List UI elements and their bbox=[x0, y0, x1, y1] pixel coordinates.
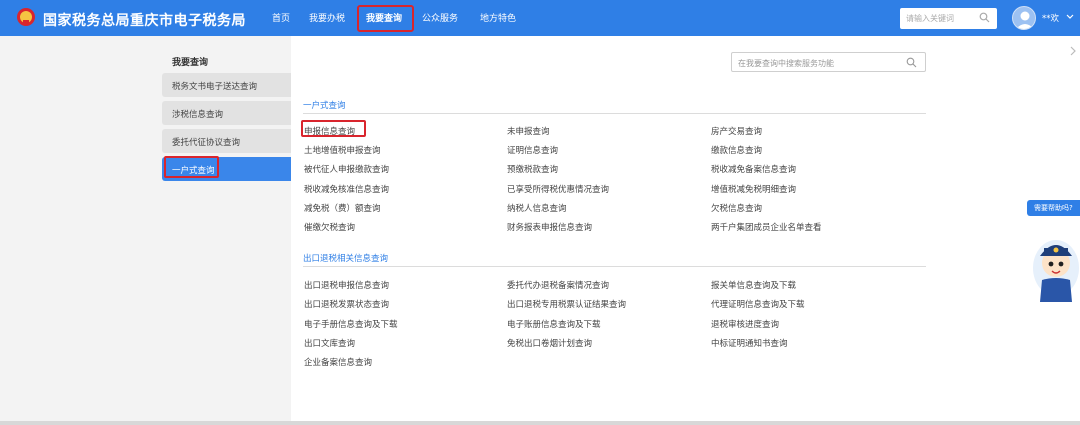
sidebar-title: 我要查询 bbox=[172, 58, 209, 68]
link-customs-declaration[interactable]: 报关单信息查询及下载 bbox=[711, 279, 796, 291]
mascot-char-dong: 动 bbox=[1016, 281, 1034, 302]
link-export-refund-declaration[interactable]: 出口退税申报信息查询 bbox=[304, 279, 389, 291]
link-taxpayer-info[interactable]: 纳税人信息查询 bbox=[507, 202, 567, 214]
link-relief-amount[interactable]: 减免税（费）额查询 bbox=[304, 202, 381, 214]
sidebar-highlight-box bbox=[164, 156, 219, 178]
link-payment-info[interactable]: 缴款信息查询 bbox=[711, 144, 762, 156]
mascot-char-zheng: 征 bbox=[1027, 227, 1045, 248]
sidebar-item-label: 委托代征协议查询 bbox=[172, 138, 241, 148]
link-refund-review-progress[interactable]: 退税审核进度查询 bbox=[711, 318, 779, 330]
link-certificate-info[interactable]: 证明信息查询 bbox=[507, 144, 558, 156]
link-highlight-box bbox=[301, 120, 366, 137]
section-divider bbox=[303, 266, 926, 267]
link-e-ledger[interactable]: 电子账册信息查询及下载 bbox=[507, 318, 601, 330]
link-refund-invoice-status[interactable]: 出口退税发票状态查询 bbox=[304, 298, 389, 310]
sidebar-item-tax-info[interactable]: 涉税信息查询 bbox=[162, 101, 291, 125]
main-search-input[interactable]: 在我要查询中搜索服务功能 bbox=[731, 52, 926, 72]
nav-query-highlight-box bbox=[357, 5, 414, 32]
chevron-right-icon[interactable] bbox=[1070, 46, 1077, 56]
section-divider bbox=[303, 113, 926, 114]
nav-handle-tax[interactable]: 我要办税 bbox=[309, 11, 345, 24]
user-avatar-icon[interactable] bbox=[1012, 6, 1036, 30]
link-bid-notice[interactable]: 中标证明通知书查询 bbox=[711, 337, 788, 349]
link-agency-certificate[interactable]: 代理证明信息查询及下载 bbox=[711, 298, 805, 310]
link-tax-free-cigarette-plan[interactable]: 免税出口卷烟计划查询 bbox=[507, 337, 592, 349]
bottom-border bbox=[0, 421, 1080, 425]
link-e-handbook[interactable]: 电子手册信息查询及下载 bbox=[304, 318, 398, 330]
link-arrears-info[interactable]: 欠税信息查询 bbox=[711, 202, 762, 214]
header-search-placeholder: 请输入关键词 bbox=[906, 14, 954, 23]
help-tab-label: 需要帮助吗? bbox=[1034, 204, 1073, 212]
nav-local-features[interactable]: 地方特色 bbox=[480, 11, 516, 24]
link-collected-declaration[interactable]: 被代征人申报缴款查询 bbox=[304, 163, 389, 175]
section-title-one-household: 一户式查询 bbox=[303, 101, 346, 111]
link-enterprise-filing[interactable]: 企业备案信息查询 bbox=[304, 356, 372, 368]
sidebar-item-document-delivery[interactable]: 税务文书电子送达查询 bbox=[162, 73, 291, 97]
link-export-library[interactable]: 出口文库查询 bbox=[304, 337, 355, 349]
sidebar-item-label: 涉税信息查询 bbox=[172, 110, 224, 120]
help-tab[interactable]: 需要帮助吗? bbox=[1027, 200, 1080, 216]
user-name[interactable]: **欢 bbox=[1042, 12, 1059, 24]
link-refund-tax-receipt[interactable]: 出口退税专用税票认证结果查询 bbox=[507, 298, 626, 310]
nav-home[interactable]: 首页 bbox=[272, 11, 290, 24]
interaction-mascot[interactable]: 征 纳 互 动 bbox=[1000, 218, 1080, 304]
top-header-bar: 国家税务总局重庆市电子税务局 首页 我要办税 我要查询 公众服务 地方特色 请输… bbox=[0, 0, 1080, 36]
search-icon[interactable] bbox=[906, 57, 917, 68]
link-land-vat-declaration[interactable]: 土地增值税申报查询 bbox=[304, 144, 381, 156]
link-group-member-list[interactable]: 两千户集团成员企业名单查看 bbox=[711, 221, 822, 233]
main-search-placeholder: 在我要查询中搜索服务功能 bbox=[738, 59, 834, 68]
sidebar-item-entrusted-collection[interactable]: 委托代征协议查询 bbox=[162, 129, 291, 153]
link-undeclared[interactable]: 未申报查询 bbox=[507, 125, 550, 137]
link-relief-filing-info[interactable]: 税收减免备案信息查询 bbox=[711, 163, 796, 175]
link-property-transaction[interactable]: 房产交易查询 bbox=[711, 125, 762, 137]
tax-emblem-icon[interactable] bbox=[16, 7, 36, 27]
sidebar-item-label: 税务文书电子送达查询 bbox=[172, 82, 258, 92]
nav-public-service[interactable]: 公众服务 bbox=[422, 11, 458, 24]
link-financial-statement[interactable]: 财务报表申报信息查询 bbox=[507, 221, 592, 233]
header-search-input[interactable]: 请输入关键词 bbox=[900, 8, 997, 29]
search-icon[interactable] bbox=[979, 12, 990, 23]
link-income-tax-preference[interactable]: 已享受所得税优惠情况查询 bbox=[507, 183, 609, 195]
link-agency-refund-filing[interactable]: 委托代办退税备案情况查询 bbox=[507, 279, 609, 291]
section-title-export-refund: 出口退税相关信息查询 bbox=[303, 254, 389, 264]
chevron-down-icon[interactable] bbox=[1066, 14, 1074, 20]
link-prepaid-tax[interactable]: 预缴税款查询 bbox=[507, 163, 558, 175]
site-title[interactable]: 国家税务总局重庆市电子税务局 bbox=[43, 10, 246, 30]
link-relief-approval-info[interactable]: 税收减免核准信息查询 bbox=[304, 183, 389, 195]
link-vat-relief-detail[interactable]: 增值税减免税明细查询 bbox=[711, 183, 796, 195]
link-arrears-reminder[interactable]: 催缴欠税查询 bbox=[304, 221, 355, 233]
